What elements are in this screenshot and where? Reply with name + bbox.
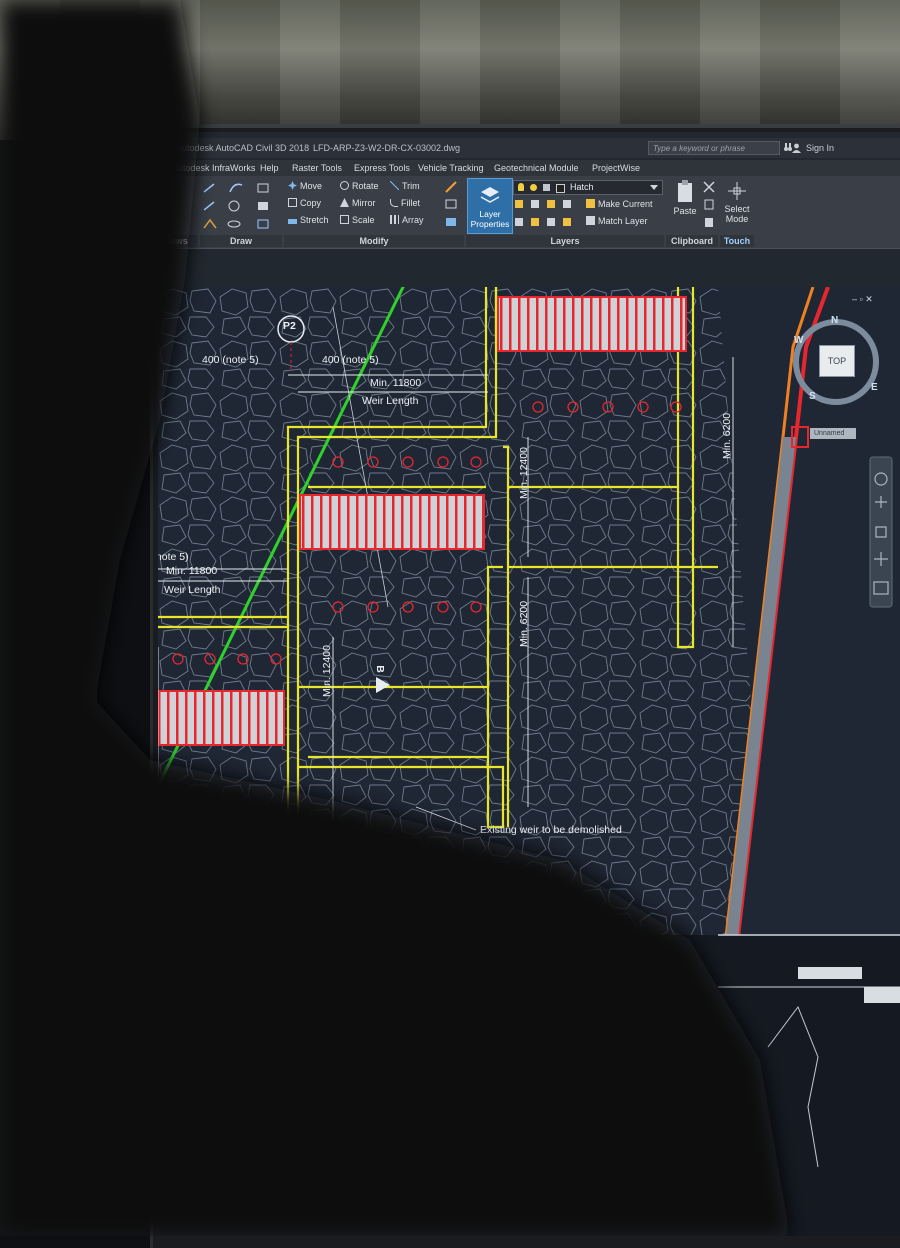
binoculars-icon[interactable]	[784, 142, 792, 152]
copy-icon	[288, 198, 297, 207]
weir-min-length-a: Min. 11800	[370, 377, 422, 389]
tab-infraworks[interactable]: Autodesk InfraWorks	[172, 163, 255, 173]
trim-icon	[390, 181, 399, 190]
min-12400-a: Min. 12400	[518, 447, 530, 499]
mirror-button[interactable]: Mirror	[340, 198, 376, 208]
compass-west[interactable]: W	[794, 335, 803, 346]
match-layer-button[interactable]: Match Layer	[586, 216, 648, 226]
ribbon: Move Rotate Trim Copy Mirror Fillet Stre…	[158, 176, 900, 249]
color-swatch-icon	[556, 184, 565, 193]
weir-crest-block-3	[158, 690, 285, 746]
grid-marker-label: P2	[283, 320, 296, 332]
panel-label-modify[interactable]: Modify	[284, 235, 464, 247]
fillet-button[interactable]: Fillet	[390, 198, 420, 208]
move-icon	[288, 181, 297, 190]
min-6200-b: Min. 6200	[518, 600, 530, 647]
select-mode-icon	[728, 182, 746, 200]
min-12400-b: Min. 12400	[321, 645, 333, 697]
min-6200-a: Min. 6200	[721, 412, 733, 459]
make-current-icon	[586, 199, 595, 208]
current-layer-name: Hatch	[570, 182, 594, 192]
sun-icon	[530, 184, 537, 191]
weir-crest-block-1	[497, 296, 687, 352]
panel-label-views[interactable]: iews	[158, 235, 198, 247]
compass-north[interactable]: N	[831, 315, 838, 326]
modify-extra-icons[interactable]	[442, 180, 462, 232]
panel-label-layers[interactable]: Layers	[466, 235, 664, 247]
paste-button[interactable]: Paste	[670, 180, 700, 216]
match-layer-icon	[586, 216, 595, 225]
array-icon	[390, 215, 399, 224]
model-space-canvas[interactable]: – ▫ ✕ TOP N W E S Unnamed P2 400 (note 5…	[158, 287, 900, 1236]
chevron-down-icon	[650, 185, 658, 190]
current-layer-dropdown[interactable]: Hatch	[513, 180, 663, 195]
panel-label-touch[interactable]: Touch	[720, 235, 754, 247]
user-icon	[792, 143, 801, 153]
title-bar: Autodesk AutoCAD Civil 3D 2018 LFD-ARP-Z…	[158, 138, 900, 158]
scale-button[interactable]: Scale	[340, 215, 375, 225]
lock-icon	[543, 184, 550, 191]
tab-projectwise[interactable]: ProjectWise	[592, 163, 640, 173]
select-mode-button[interactable]: Select Mode	[720, 180, 754, 224]
weir-crest-block-2	[299, 494, 485, 550]
search-input[interactable]: Type a keyword or phrase	[648, 141, 780, 155]
layers-icon	[480, 187, 500, 203]
legend-strip-2	[864, 987, 900, 1003]
tab-raster-tools[interactable]: Raster Tools	[292, 163, 342, 173]
app-title: Autodesk AutoCAD Civil 3D 2018	[176, 143, 310, 153]
tab-express-tools[interactable]: Express Tools	[354, 163, 410, 173]
scale-icon	[340, 215, 349, 224]
viewport-window-controls[interactable]: – ▫ ✕	[852, 294, 873, 305]
layer-tools-icons[interactable]	[513, 198, 595, 232]
file-name: LFD-ARP-Z3-W2-DR-CX-03002.dwg	[313, 143, 461, 153]
clipboard-icon	[678, 180, 692, 202]
cut-copy-icons[interactable]	[702, 180, 716, 232]
tab-vehicle-tracking[interactable]: Vehicle Tracking	[418, 163, 484, 173]
mirror-icon	[340, 198, 349, 207]
menu-tabs: Autodesk InfraWorks Help Raster Tools Ex…	[158, 160, 900, 176]
fillet-icon	[390, 199, 398, 207]
stretch-button[interactable]: Stretch	[288, 215, 329, 225]
tab-geotechnical-module[interactable]: Geotechnical Module	[494, 163, 579, 173]
lightbulb-icon	[518, 183, 524, 191]
move-button[interactable]: Move	[288, 181, 322, 191]
array-button[interactable]: Array	[390, 215, 424, 225]
stretch-icon	[288, 219, 297, 224]
tab-help[interactable]: Help	[260, 163, 279, 173]
dimension-400-a: 400 (note 5)	[202, 354, 259, 366]
existing-weir-note: Existing weir to be demolished	[480, 824, 622, 836]
weir-length-label-a: Weir Length	[362, 395, 419, 407]
make-current-button[interactable]: Make Current	[586, 199, 653, 209]
autocad-window: Autodesk AutoCAD Civil 3D 2018 LFD-ARP-Z…	[158, 132, 900, 1236]
layer-properties-button[interactable]: Layer Properties	[467, 178, 513, 234]
copy-button[interactable]: Copy	[288, 198, 321, 208]
legend-strip	[798, 967, 862, 979]
sheet-border-area	[158, 935, 900, 1236]
office-background	[0, 0, 900, 140]
weir-length-label-b: Weir Length	[164, 584, 221, 596]
draw-tools-icons[interactable]	[200, 180, 276, 232]
panel-label-clipboard[interactable]: Clipboard	[666, 235, 718, 247]
compass-east[interactable]: E	[871, 382, 878, 393]
navigation-bar[interactable]	[869, 456, 893, 608]
dimension-400-b: 400 (note 5)	[322, 354, 379, 366]
ucs-dropdown[interactable]: Unnamed	[810, 428, 856, 439]
cad-drawing	[158, 287, 900, 1236]
weir-min-length-b: Min. 11800	[166, 565, 218, 577]
viewcube-top-face[interactable]: TOP	[819, 345, 855, 377]
dimension-400-c: 400 (note 5)	[158, 551, 189, 563]
sign-in-button[interactable]: Sign In	[806, 143, 834, 153]
rotate-icon	[340, 181, 349, 190]
min-6200-c: Min. 6200	[321, 920, 333, 967]
rotate-button[interactable]: Rotate	[340, 181, 379, 191]
panel-label-draw[interactable]: Draw	[200, 235, 282, 247]
trim-button[interactable]: Trim	[390, 181, 420, 191]
compass-south[interactable]: S	[809, 391, 816, 402]
section-marker-label: B	[373, 665, 386, 673]
